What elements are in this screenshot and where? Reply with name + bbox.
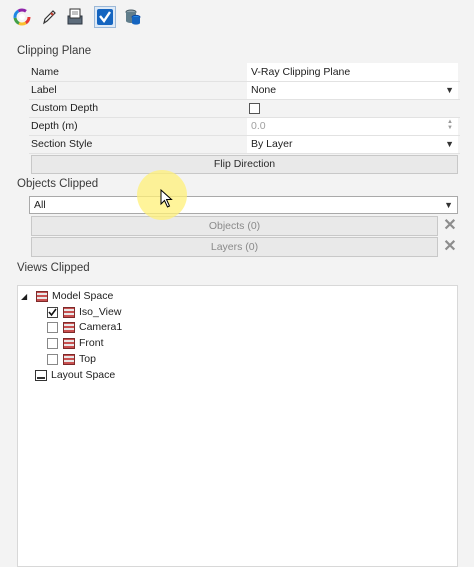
view-checkbox-camera1[interactable] [47,322,58,333]
property-row-label: Label None ▼ [29,81,458,99]
tree-node-label: Iso_View [79,306,122,318]
divider [29,117,460,118]
layers-button[interactable]: Layers (0) [31,237,438,257]
tree-node-layout-space[interactable]: Layout Space [35,368,235,383]
tree-node-view[interactable]: Camera1 [47,320,247,335]
collapse-triangle-icon[interactable]: ◢ [21,289,27,304]
tree-node-label: Camera1 [79,321,123,333]
property-row-depth: Depth (m) 0.0 ▲ ▼ [29,117,458,135]
property-row-name: Name V-Ray Clipping Plane [29,63,458,81]
layers-icon[interactable] [122,6,144,28]
objects-button[interactable]: Objects (0) [31,216,438,236]
tree-node-model-space[interactable]: ◢ Model Space [21,289,221,304]
label-dropdown[interactable]: None ▼ [247,81,458,99]
views-tree: ◢ Model Space Iso_View Camera1 Front Top… [17,285,458,567]
section-style-label: Section Style [31,138,93,150]
divider [29,135,460,136]
view-checkbox-front[interactable] [47,338,58,349]
document-scanner-icon[interactable] [64,6,86,28]
section-style-dropdown[interactable]: By Layer ▼ [247,135,458,153]
tree-node-label: Front [79,337,104,349]
property-row-section-style: Section Style By Layer ▼ [29,135,458,153]
model-space-icon [36,291,48,302]
pencil-icon[interactable] [38,6,60,28]
property-row-custom-depth: Custom Depth [29,99,458,117]
section-style-value: By Layer [251,138,293,150]
tree-node-label: Layout Space [51,369,116,381]
name-field[interactable]: V-Ray Clipping Plane [247,63,458,81]
view-icon [63,354,75,365]
clipping-plane-title: Clipping Plane [17,45,92,57]
flip-direction-button[interactable]: Flip Direction [31,155,458,174]
vray-icon[interactable] [94,6,116,28]
chevron-down-icon: ▼ [444,200,453,210]
view-icon [63,307,75,318]
view-icon [63,338,75,349]
chevron-down-icon: ▼ [445,85,454,95]
spinner-arrows-icon[interactable]: ▲ ▼ [446,119,454,132]
mouse-pointer-icon [160,188,174,212]
custom-depth-checkbox[interactable] [249,103,260,114]
tree-node-view[interactable]: Iso_View [47,305,247,320]
tree-node-label: Top [79,353,96,365]
objects-clipped-title: Objects Clipped [17,178,99,190]
depth-label: Depth (m) [31,120,78,132]
depth-value: 0.0 [251,120,266,132]
view-icon [63,322,75,333]
layout-space-icon [35,370,47,381]
color-wheel-icon[interactable] [11,6,33,28]
divider [29,81,460,82]
custom-depth-label: Custom Depth [31,102,99,114]
divider [29,153,460,154]
tree-node-view[interactable]: Front [47,336,247,351]
chevron-down-icon: ▼ [445,139,454,149]
view-checkbox-top[interactable] [47,354,58,365]
objects-filter-dropdown[interactable]: All ▼ [29,196,458,214]
label-dropdown-value: None [251,84,277,96]
objects-filter-value: All [34,199,46,211]
clear-objects-close-icon[interactable]: ✕ [443,218,457,234]
view-checkbox-iso-view[interactable] [47,307,58,318]
name-label: Name [31,66,60,78]
tree-node-view[interactable]: Top [47,352,247,367]
divider [29,99,460,100]
toolbar [0,0,474,34]
tree-node-label: Model Space [52,290,114,302]
depth-field[interactable]: 0.0 ▲ ▼ [247,117,458,135]
label-label: Label [31,84,57,96]
clear-layers-close-icon[interactable]: ✕ [443,239,457,255]
views-clipped-title: Views Clipped [17,262,90,274]
